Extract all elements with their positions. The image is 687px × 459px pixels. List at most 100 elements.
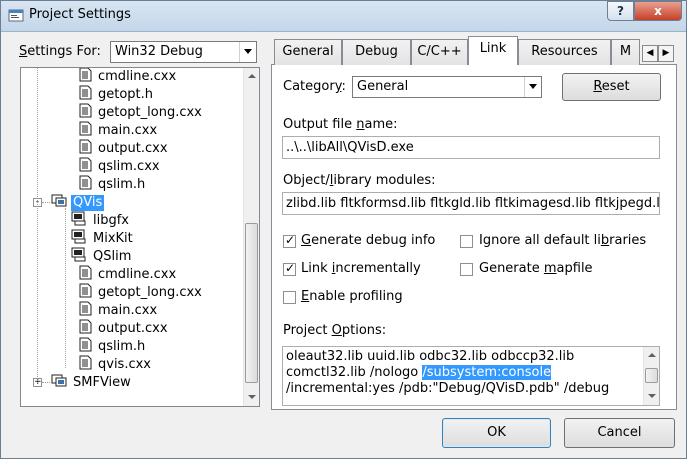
- ignore-default-libs-checkbox[interactable]: [460, 235, 473, 248]
- file-icon: [79, 283, 92, 302]
- output-file-label: Output file name:: [283, 117, 398, 132]
- file-icon: [79, 355, 92, 374]
- file-icon: [79, 157, 92, 176]
- object-modules-input[interactable]: zlibd.lib fltkformsd.lib fltkgld.lib flt…: [282, 192, 660, 215]
- file-icon: [79, 319, 92, 338]
- tree-item-file[interactable]: getopt_long.cxx: [79, 103, 204, 121]
- ok-button[interactable]: OK: [442, 418, 551, 448]
- cancel-button[interactable]: Cancel: [564, 418, 675, 448]
- file-icon: [79, 139, 92, 158]
- title-bar[interactable]: Project Settings ? x: [1, 1, 686, 32]
- settings-for-dropdown[interactable]: Win32 Debug: [110, 41, 257, 63]
- close-button[interactable]: x: [634, 1, 682, 21]
- tree-item-label: getopt.h: [98, 86, 154, 102]
- chevron-down-icon[interactable]: [239, 42, 256, 62]
- tree-item-dep[interactable]: MixKit: [71, 229, 135, 247]
- tab-m[interactable]: M: [611, 39, 640, 65]
- settings-for-label: Settings For:: [19, 44, 101, 59]
- help-button[interactable]: ?: [607, 1, 634, 21]
- tree-item-label: qslim.h: [98, 176, 146, 192]
- tab-c-c-[interactable]: C/C++: [411, 39, 468, 65]
- file-icon: [79, 265, 92, 284]
- reset-button[interactable]: Reset: [562, 73, 661, 101]
- file-icon: [79, 301, 92, 320]
- project-icon: [51, 373, 67, 392]
- tree-item-file[interactable]: qslim.h: [79, 175, 147, 193]
- enable-profiling-label[interactable]: Enable profiling: [301, 289, 403, 304]
- tree-item-project[interactable]: QVis: [51, 193, 105, 211]
- scroll-down-button[interactable]: [644, 388, 659, 405]
- tab-scroll-right-button[interactable]: ▶: [658, 45, 674, 62]
- dependency-icon: [71, 211, 87, 230]
- tree-item-file[interactable]: qvis.cxx: [79, 355, 153, 373]
- tree-item-label: getopt_long.cxx: [98, 104, 202, 120]
- tree-item-label: getopt_long.cxx: [98, 284, 202, 300]
- file-icon: [79, 68, 92, 86]
- generate-mapfile-label[interactable]: Generate mapfile: [479, 261, 593, 276]
- tree-item-project[interactable]: SMFView: [51, 373, 133, 391]
- tree-item-label: qslim.cxx: [98, 158, 160, 174]
- category-dropdown[interactable]: General: [352, 76, 542, 98]
- tree-item-label: MixKit: [93, 230, 133, 246]
- tree-item-label: qslim.h: [98, 338, 146, 354]
- file-icon: [79, 85, 92, 104]
- project-tree[interactable]: cmdline.cxx getopt.h getopt_long.cxx main.c…: [20, 67, 260, 407]
- scroll-up-button[interactable]: [644, 347, 659, 364]
- enable-profiling-checkbox[interactable]: [283, 291, 296, 304]
- tab-scroll-left-button[interactable]: ◀: [642, 45, 658, 62]
- tree-item-label: output.cxx: [98, 140, 168, 156]
- scrollbar-thumb[interactable]: [245, 223, 258, 383]
- tree-item-file[interactable]: qslim.cxx: [79, 157, 162, 175]
- options-scrollbar[interactable]: [643, 347, 659, 405]
- tree-item-file[interactable]: qslim.h: [79, 337, 147, 355]
- file-icon: [79, 103, 92, 122]
- project-settings-dialog: Project Settings ? x Settings For: Win32…: [0, 0, 687, 459]
- tree-connector: [37, 68, 38, 383]
- tree-item-label: SMFView: [73, 374, 131, 390]
- tree-item-file[interactable]: getopt.h: [79, 85, 155, 103]
- link-incrementally-checkbox[interactable]: [283, 261, 296, 276]
- project-options-textarea[interactable]: oleaut32.lib uuid.lib odbc32.lib odbccp3…: [282, 346, 660, 406]
- tree-item-file[interactable]: cmdline.cxx: [79, 68, 178, 86]
- settings-for-value: Win32 Debug: [115, 44, 203, 59]
- generate-mapfile-checkbox[interactable]: [460, 263, 473, 276]
- chevron-down-icon[interactable]: [524, 77, 541, 97]
- project-options-label: Project Options:: [283, 323, 387, 338]
- tree-item-dep[interactable]: QSlim: [71, 247, 133, 265]
- output-file-input[interactable]: ..\..\libAll\QVisD.exe: [282, 136, 660, 159]
- tree-item-label: qvis.cxx: [98, 356, 151, 372]
- tree-item-label: main.cxx: [98, 302, 158, 318]
- tree-item-label: main.cxx: [98, 122, 158, 138]
- tree-connector: [42, 202, 50, 203]
- category-label: Category:: [283, 79, 346, 94]
- tree-item-file[interactable]: output.cxx: [79, 139, 170, 157]
- generate-debug-checkbox[interactable]: [283, 233, 296, 248]
- ignore-default-libs-label[interactable]: Ignore all default libraries: [479, 233, 646, 248]
- scroll-down-button[interactable]: [244, 389, 259, 406]
- tree-item-file[interactable]: main.cxx: [79, 301, 159, 319]
- options-line-2: comctl32.lib /nologo /subsystem:console: [286, 365, 552, 380]
- tree-item-label: QVis: [71, 194, 105, 211]
- tree-item-file[interactable]: cmdline.cxx: [79, 265, 178, 283]
- tab-debug[interactable]: Debug: [342, 39, 411, 65]
- tab-link[interactable]: Link: [468, 36, 518, 65]
- file-icon: [79, 175, 92, 194]
- dependency-icon: [71, 229, 87, 248]
- scroll-up-button[interactable]: [244, 68, 259, 85]
- window-title: Project Settings: [29, 7, 131, 22]
- scrollbar-thumb[interactable]: [645, 368, 658, 383]
- tree-item-label: QSlim: [93, 248, 132, 264]
- options-selection: /subsystem:console: [422, 365, 552, 380]
- tree-item-file[interactable]: getopt_long.cxx: [79, 283, 204, 301]
- tree-item-dep[interactable]: libgfx: [71, 211, 131, 229]
- tree-item-file[interactable]: output.cxx: [79, 319, 170, 337]
- tab-general[interactable]: General: [274, 39, 342, 65]
- tab-resources[interactable]: Resources: [518, 39, 611, 65]
- tree-item-label: libgfx: [93, 212, 129, 228]
- tree-item-label: output.cxx: [98, 320, 168, 336]
- tree-scrollbar[interactable]: [243, 68, 259, 406]
- tree-item-file[interactable]: main.cxx: [79, 121, 159, 139]
- link-incrementally-label[interactable]: Link incrementally: [301, 261, 421, 276]
- dependency-icon: [71, 247, 87, 266]
- generate-debug-label[interactable]: Generate debug info: [301, 233, 435, 248]
